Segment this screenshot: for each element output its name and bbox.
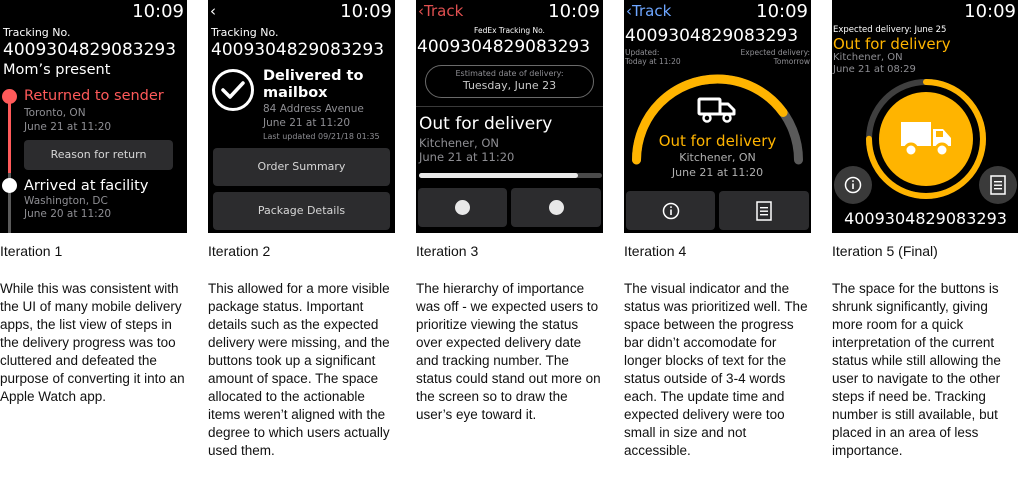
iteration-description: The space for the buttons is shrunk sign… <box>832 281 1001 458</box>
tracking-number: 4009304829083293 <box>211 40 385 60</box>
estimate-label: Estimated date of delivery: <box>455 69 564 78</box>
iteration-2-column: ‹ 10:09 Tracking No. 4009304829083293 De… <box>208 0 395 460</box>
back-button[interactable]: ‹Track <box>626 2 671 20</box>
step-status-returned: Returned to sender <box>24 88 164 104</box>
dot-icon <box>548 200 564 215</box>
info-icon <box>844 176 862 194</box>
status-location: Kitchener, ON <box>419 136 499 150</box>
iteration-caption: Iteration 2 <box>208 243 271 259</box>
timeline-line-active <box>8 95 11 173</box>
step-button-left[interactable] <box>418 188 507 227</box>
status-line-2: mailbox <box>263 85 328 101</box>
iteration-caption: Iteration 1 <box>0 243 63 259</box>
step-button-right[interactable] <box>511 188 601 227</box>
step-location-arrived: Washington, DC <box>24 195 108 207</box>
iteration-description: The hierarchy of importance was off - we… <box>416 281 601 422</box>
status-location: Kitchener, ON <box>833 52 903 63</box>
back-label: Track <box>632 2 672 20</box>
tracking-number: 4009304829083293 <box>844 209 1007 228</box>
iteration-caption: Iteration 4 <box>624 243 687 259</box>
step-dot-returned-icon <box>2 89 17 104</box>
info-button[interactable] <box>626 191 715 230</box>
watch-screen-3: ‹Track 10:09 FedEx Tracking No. 40093048… <box>416 0 603 233</box>
details-button[interactable] <box>979 166 1017 204</box>
iteration-4-column: ‹Track 10:09 4009304829083293 Updated: T… <box>624 0 811 460</box>
delivery-status: Out for delivery <box>833 35 951 53</box>
truck-icon <box>697 97 736 123</box>
watch-screen-2: ‹ 10:09 Tracking No. 4009304829083293 De… <box>208 0 395 233</box>
info-icon <box>662 202 679 220</box>
iteration-caption: Iteration 5 (Final) <box>832 243 938 259</box>
clock: 10:09 <box>132 1 184 22</box>
watch-screen-4: ‹Track 10:09 4009304829083293 Updated: T… <box>624 0 811 233</box>
tracking-label: Tracking No. <box>3 26 71 39</box>
step-location-returned: Toronto, ON <box>24 107 86 119</box>
dot-icon <box>455 200 470 215</box>
updated-label: Updated: <box>625 48 660 57</box>
estimate-value: Tuesday, June 23 <box>462 79 557 92</box>
expected-label: Expected delivery: <box>740 48 810 57</box>
delivery-date: June 21 at 11:20 <box>263 117 351 129</box>
iteration-1-column: 10:09 Tracking No. 4009304829083293 Mom’… <box>0 0 187 406</box>
document-icon <box>756 201 772 221</box>
truck-icon <box>901 122 951 158</box>
status-line-1: Delivered to <box>263 68 364 84</box>
iteration-description: While this was consistent with the UI of… <box>0 281 185 404</box>
back-button[interactable]: ‹Track <box>418 2 463 20</box>
delivery-status: Out for delivery <box>419 114 553 134</box>
iteration-5-column: 10:09 Expected delivery: June 25 Out for… <box>832 0 1018 460</box>
back-chevron-icon[interactable]: ‹ <box>210 2 216 20</box>
estimated-delivery-pill: Estimated date of delivery: Tuesday, Jun… <box>425 65 594 98</box>
delivery-address: 84 Address Avenue <box>263 103 364 115</box>
details-button[interactable] <box>719 191 809 230</box>
status-date: June 21 at 11:20 <box>419 150 515 164</box>
delivery-status: Out for delivery <box>658 132 777 150</box>
iteration-description: The visual indicator and the status was … <box>624 281 808 458</box>
document-icon <box>990 175 1006 195</box>
back-label: Track <box>424 2 464 20</box>
progress-fill <box>419 173 579 178</box>
step-dot-arrived-icon <box>2 178 17 193</box>
clock: 10:09 <box>756 1 808 22</box>
carrier-tracking-label: FedEx Tracking No. <box>474 26 545 35</box>
tracking-number: 4009304829083293 <box>625 26 799 46</box>
clock: 10:09 <box>548 1 600 22</box>
watch-screen-5: 10:09 Expected delivery: June 25 Out for… <box>832 0 1018 233</box>
checkmark-circle-icon <box>212 69 254 111</box>
order-summary-button[interactable]: Order Summary <box>213 148 390 186</box>
expected-delivery: Expected delivery: June 25 <box>833 25 947 35</box>
tracking-label: Tracking No. <box>211 26 279 39</box>
progress-track <box>419 173 602 178</box>
tracking-number: 4009304829083293 <box>3 40 177 60</box>
status-date: June 21 at 08:29 <box>833 64 916 75</box>
info-button[interactable] <box>834 166 872 204</box>
clock: 10:09 <box>340 1 392 22</box>
package-name: Mom’s present <box>3 62 111 78</box>
reason-for-return-button[interactable]: Reason for return <box>24 140 173 170</box>
step-date-returned: June 21 at 11:20 <box>24 121 112 133</box>
status-location: Kitchener, ON <box>679 151 756 164</box>
divider <box>416 106 603 107</box>
step-status-arrived: Arrived at facility <box>24 178 149 194</box>
package-details-button[interactable]: Package Details <box>213 192 390 230</box>
iteration-3-column: ‹Track 10:09 FedEx Tracking No. 40093048… <box>416 0 603 424</box>
step-date-arrived: June 20 at 11:20 <box>24 208 112 220</box>
iteration-description: This allowed for a more visible package … <box>208 281 390 458</box>
watch-screen-1: 10:09 Tracking No. 4009304829083293 Mom’… <box>0 0 187 233</box>
tracking-number: 4009304829083293 <box>417 37 591 57</box>
last-updated: Last updated 09/21/18 01:35 <box>263 132 380 141</box>
status-date: June 21 at 11:20 <box>671 166 764 179</box>
clock: 10:09 <box>964 1 1016 22</box>
iteration-caption: Iteration 3 <box>416 243 479 259</box>
